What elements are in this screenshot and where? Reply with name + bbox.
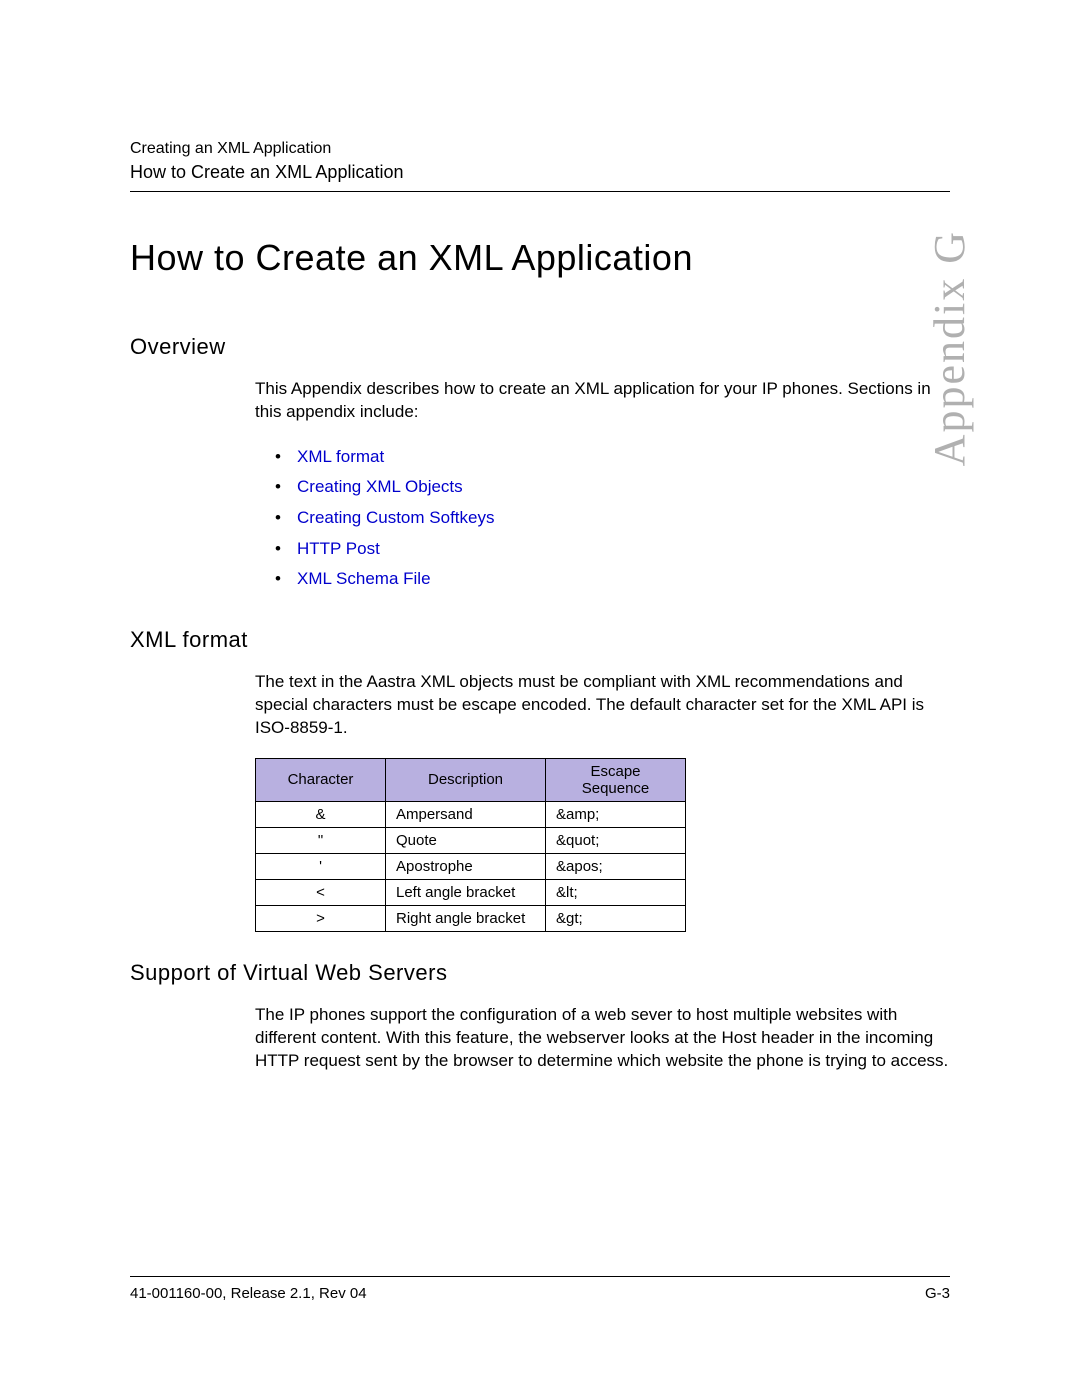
link-http-post[interactable]: HTTP Post (297, 539, 380, 558)
escape-sequence-table: Character Description Escape Sequence & … (255, 758, 686, 932)
table-row: & Ampersand &amp; (256, 801, 686, 827)
table-header-description: Description (386, 758, 546, 801)
header-section: How to Create an XML Application (130, 162, 950, 183)
link-xml-format[interactable]: XML format (297, 447, 384, 466)
cell-desc: Quote (386, 827, 546, 853)
virtual-web-text: The IP phones support the configuration … (255, 1004, 950, 1073)
cell-char: " (256, 827, 386, 853)
cell-desc: Left angle bracket (386, 879, 546, 905)
link-creating-xml-objects[interactable]: Creating XML Objects (297, 477, 463, 496)
appendix-side-label: Appendix G (924, 230, 975, 466)
page-title: How to Create an XML Application (130, 237, 950, 279)
table-header-character: Character (256, 758, 386, 801)
virtual-web-heading: Support of Virtual Web Servers (130, 960, 950, 986)
cell-esc: &amp; (546, 801, 686, 827)
table-header-escape: Escape Sequence (546, 758, 686, 801)
cell-char: ' (256, 853, 386, 879)
footer-left: 41-001160-00, Release 2.1, Rev 04 (130, 1285, 367, 1302)
cell-desc: Ampersand (386, 801, 546, 827)
overview-link-list: XML format Creating XML Objects Creating… (275, 442, 950, 595)
page-header: Creating an XML Application How to Creat… (130, 140, 950, 192)
page-footer: 41-001160-00, Release 2.1, Rev 04 G-3 (130, 1276, 950, 1302)
cell-esc: &quot; (546, 827, 686, 853)
cell-desc: Apostrophe (386, 853, 546, 879)
table-row: ' Apostrophe &apos; (256, 853, 686, 879)
link-xml-schema-file[interactable]: XML Schema File (297, 569, 431, 588)
cell-esc: &lt; (546, 879, 686, 905)
cell-char: > (256, 905, 386, 931)
header-breadcrumb: Creating an XML Application (130, 140, 950, 158)
cell-esc: &gt; (546, 905, 686, 931)
cell-char: < (256, 879, 386, 905)
footer-right: G-3 (925, 1285, 950, 1302)
link-creating-custom-softkeys[interactable]: Creating Custom Softkeys (297, 508, 494, 527)
overview-heading: Overview (130, 334, 950, 360)
cell-desc: Right angle bracket (386, 905, 546, 931)
xml-format-heading: XML format (130, 627, 950, 653)
cell-char: & (256, 801, 386, 827)
table-row: " Quote &quot; (256, 827, 686, 853)
xml-format-text: The text in the Aastra XML objects must … (255, 671, 950, 740)
table-row: < Left angle bracket &lt; (256, 879, 686, 905)
overview-text: This Appendix describes how to create an… (255, 378, 950, 424)
table-row: > Right angle bracket &gt; (256, 905, 686, 931)
cell-esc: &apos; (546, 853, 686, 879)
